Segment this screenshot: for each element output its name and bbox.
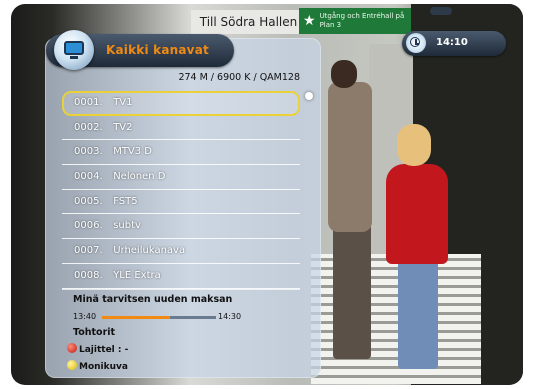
background-sign: Till Södra Hallen: [191, 10, 306, 34]
red-button-icon: [67, 343, 77, 353]
background-person: [398, 259, 438, 369]
channel-row[interactable]: 0007. Urheilukanava: [62, 239, 300, 264]
channel-row[interactable]: 0004. Nelonen D: [62, 165, 300, 190]
red-key-label: Lajittel : -: [79, 345, 129, 355]
channel-number: 0008.: [74, 269, 103, 281]
channel-list: 0001. TV1 0002. TV2 0003. MTV3 D 0004. N…: [62, 91, 300, 289]
channel-number: 0006.: [74, 220, 103, 232]
program-progress-fill: [102, 316, 171, 319]
channel-name: YLE Extra: [113, 269, 161, 281]
tv-icon: [54, 30, 94, 70]
channel-name: FST5: [113, 195, 138, 207]
exit-sign-text: Utgång och Entréhall på Plan 3: [319, 12, 405, 29]
indicator-icon: [430, 7, 452, 15]
channel-number: 0004.: [74, 171, 103, 183]
background-person: [333, 224, 371, 359]
channel-row[interactable]: 0006. subtv: [62, 214, 300, 240]
current-program-title: Minä tarvitsen uuden maksan: [73, 294, 233, 305]
channel-row[interactable]: 0005. FST5: [62, 190, 300, 215]
next-program-title: Tohtorit: [73, 327, 116, 338]
channel-name: MTV3 D: [113, 146, 153, 158]
channel-number: 0007.: [74, 245, 103, 257]
background-person: [386, 164, 448, 264]
channel-number: 0001.: [74, 97, 103, 108]
channel-name: Urheilukanava: [113, 245, 186, 257]
star-icon: ★: [303, 12, 316, 29]
channel-row[interactable]: 0001. TV1: [62, 91, 300, 116]
channel-number: 0002.: [74, 121, 103, 133]
background-person: [397, 124, 431, 166]
channel-number: 0005.: [74, 195, 103, 207]
channel-row[interactable]: 0002. TV2: [62, 116, 300, 141]
yellow-key-label: Monikuva: [79, 362, 128, 372]
program-end-time: 14:30: [218, 312, 242, 321]
channel-name: Nelonen D: [113, 171, 166, 183]
red-key-hint[interactable]: Lajittel : -: [67, 343, 128, 355]
yellow-key-hint[interactable]: Monikuva: [67, 360, 128, 372]
channel-name: subtv: [113, 220, 141, 232]
channel-row[interactable]: 0008. YLE Extra: [62, 264, 300, 289]
channel-number: 0003.: [74, 146, 103, 158]
channel-name: TV2: [113, 121, 133, 133]
scroll-indicator[interactable]: [305, 92, 313, 100]
background-person: [328, 82, 372, 232]
clock-icon: [406, 33, 426, 53]
transponder-info: 274 M / 6900 K / QAM128: [178, 72, 300, 83]
clock-time: 14:10: [436, 37, 468, 48]
panel-title: Kaikki kanavat: [106, 43, 209, 57]
channel-row[interactable]: 0003. MTV3 D: [62, 140, 300, 166]
yellow-button-icon: [67, 360, 77, 370]
background-exit-sign: ★ Utgång och Entréhall på Plan 3: [299, 8, 411, 34]
program-progress-bar: [102, 316, 216, 319]
background-person: [331, 60, 357, 88]
epg-info: Minä tarvitsen uuden maksan 13:40 14:30 …: [62, 289, 300, 372]
channel-name: TV1: [113, 97, 133, 108]
program-start-time: 13:40: [73, 312, 97, 321]
